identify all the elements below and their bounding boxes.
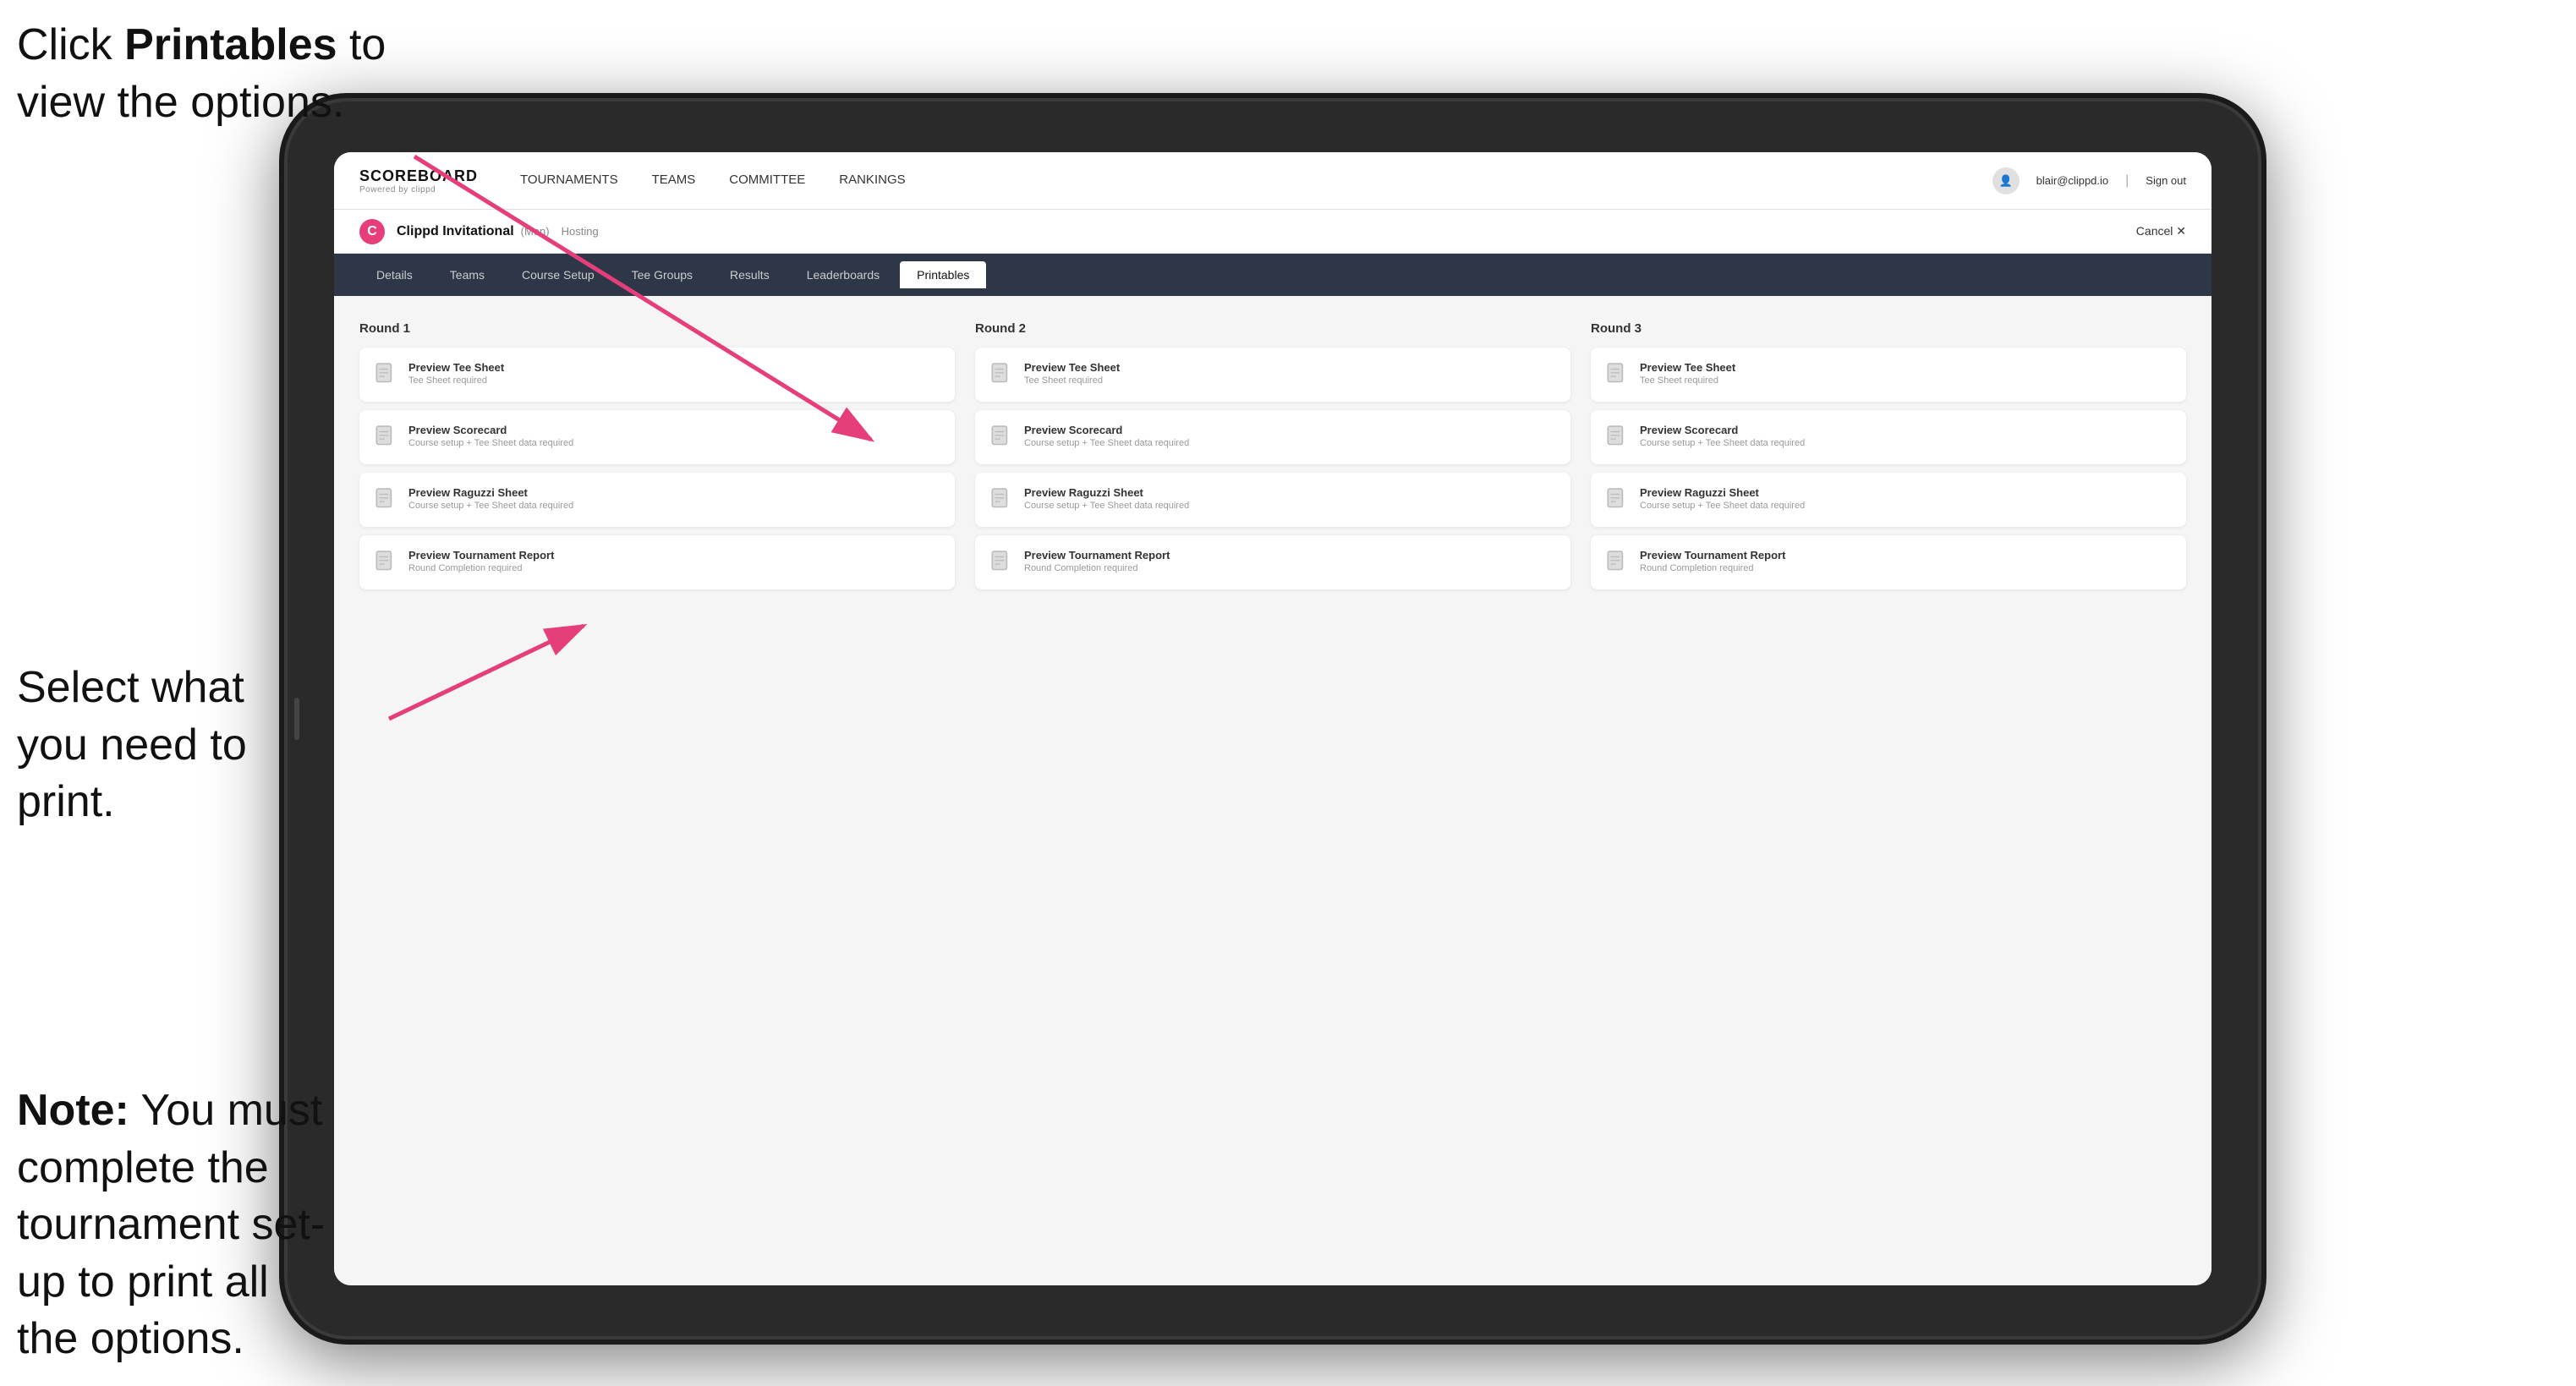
round-2-tournament-report[interactable]: Preview Tournament Report Round Completi… [975, 535, 1570, 589]
round-2-raguzzi-sub: Course setup + Tee Sheet data required [1024, 501, 1189, 511]
doc-icon-r2-4 [990, 551, 1012, 576]
sign-out-link[interactable]: Sign out [2146, 174, 2186, 187]
annotation-bottom: Note: You must complete the tournament s… [17, 1082, 338, 1368]
round-3-tee-sheet-sub: Tee Sheet required [1640, 375, 1735, 386]
round-3-title: Round 3 [1591, 321, 2186, 336]
cancel-button[interactable]: Cancel ✕ [2136, 224, 2186, 238]
logo-sub: Powered by clippd [359, 185, 478, 194]
round-1-report-sub: Round Completion required [408, 563, 554, 573]
round-1-cards: Preview Tee Sheet Tee Sheet required [359, 348, 955, 589]
tab-course-setup[interactable]: Course Setup [505, 261, 611, 288]
sub-header: C Clippd Invitational (Men) Hosting Canc… [334, 210, 2212, 254]
tab-teams[interactable]: Teams [433, 261, 501, 288]
tournament-logo: C [359, 219, 385, 244]
document-icon-3 [375, 488, 397, 513]
round-2-scorecard[interactable]: Preview Scorecard Course setup + Tee She… [975, 410, 1570, 464]
annotation-top: Click Printables toview the options. [17, 17, 386, 131]
rounds-container: Round 1 Preview Tee Sheet Tee S [359, 321, 2186, 589]
round-3-tee-sheet-title: Preview Tee Sheet [1640, 361, 1735, 374]
round-1-tee-sheet-sub: Tee Sheet required [408, 375, 504, 386]
document-icon-4 [375, 551, 397, 576]
round-3-scorecard-sub: Course setup + Tee Sheet data required [1640, 438, 1805, 448]
tab-tee-groups[interactable]: Tee Groups [615, 261, 710, 288]
round-1-column: Round 1 Preview Tee Sheet Tee S [359, 321, 955, 589]
round-3-scorecard[interactable]: Preview Scorecard Course setup + Tee She… [1591, 410, 2186, 464]
round-2-report-title: Preview Tournament Report [1024, 549, 1170, 562]
round-3-raguzzi[interactable]: Preview Raguzzi Sheet Course setup + Tee… [1591, 473, 2186, 527]
round-2-report-sub: Round Completion required [1024, 563, 1170, 573]
user-email: blair@clippd.io [2036, 174, 2108, 187]
tab-details[interactable]: Details [359, 261, 430, 288]
doc-icon-r2-2 [990, 425, 1012, 451]
round-1-title: Round 1 [359, 321, 955, 336]
logo-title: SCOREBOARD [359, 167, 478, 185]
round-3-tournament-report[interactable]: Preview Tournament Report Round Completi… [1591, 535, 2186, 589]
round-1-scorecard-text: Preview Scorecard Course setup + Tee She… [408, 424, 573, 448]
round-1-raguzzi-text: Preview Raguzzi Sheet Course setup + Tee… [408, 486, 573, 511]
round-2-tee-sheet-title: Preview Tee Sheet [1024, 361, 1120, 374]
round-3-column: Round 3 Preview Tee Sheet Tee S [1591, 321, 2186, 589]
round-3-scorecard-title: Preview Scorecard [1640, 424, 1805, 436]
round-1-raguzzi-sub: Course setup + Tee Sheet data required [408, 501, 573, 511]
doc-icon-r3-2 [1606, 425, 1628, 451]
doc-icon-r3-4 [1606, 551, 1628, 576]
round-2-tee-sheet[interactable]: Preview Tee Sheet Tee Sheet required [975, 348, 1570, 402]
round-1-tee-sheet[interactable]: Preview Tee Sheet Tee Sheet required [359, 348, 955, 402]
round-2-raguzzi[interactable]: Preview Raguzzi Sheet Course setup + Tee… [975, 473, 1570, 527]
round-2-raguzzi-title: Preview Raguzzi Sheet [1024, 486, 1189, 499]
nav-teams[interactable]: TEAMS [652, 173, 696, 189]
annotation-bold-printables: Printables [124, 20, 337, 69]
round-2-tee-sheet-sub: Tee Sheet required [1024, 375, 1120, 386]
annotation-note-label: Note: [17, 1086, 129, 1135]
nav-committee[interactable]: COMMITTEE [729, 173, 805, 189]
top-nav-right: 👤 blair@clippd.io | Sign out [1992, 167, 2186, 194]
tournament-status: Hosting [562, 225, 599, 238]
round-1-raguzzi[interactable]: Preview Raguzzi Sheet Course setup + Tee… [359, 473, 955, 527]
main-content: Round 1 Preview Tee Sheet Tee S [334, 296, 2212, 1285]
round-3-cards: Preview Tee Sheet Tee Sheet required [1591, 348, 2186, 589]
round-1-raguzzi-title: Preview Raguzzi Sheet [408, 486, 573, 499]
tab-leaderboards[interactable]: Leaderboards [790, 261, 896, 288]
round-3-raguzzi-sub: Course setup + Tee Sheet data required [1640, 501, 1805, 511]
round-2-scorecard-sub: Course setup + Tee Sheet data required [1024, 438, 1189, 448]
doc-icon-r3-3 [1606, 488, 1628, 513]
round-1-scorecard[interactable]: Preview Scorecard Course setup + Tee She… [359, 410, 955, 464]
round-1-tee-sheet-title: Preview Tee Sheet [408, 361, 504, 374]
document-icon [375, 363, 397, 388]
tournament-name: Clippd Invitational [397, 224, 514, 239]
round-3-tee-sheet[interactable]: Preview Tee Sheet Tee Sheet required [1591, 348, 2186, 402]
round-3-raguzzi-title: Preview Raguzzi Sheet [1640, 486, 1805, 499]
round-1-report-title: Preview Tournament Report [408, 549, 554, 562]
top-nav-links: TOURNAMENTS TEAMS COMMITTEE RANKINGS [520, 173, 1992, 189]
round-2-title: Round 2 [975, 321, 1570, 336]
round-1-scorecard-sub: Course setup + Tee Sheet data required [408, 438, 573, 448]
doc-icon-r3-1 [1606, 363, 1628, 388]
round-2-cards: Preview Tee Sheet Tee Sheet required [975, 348, 1570, 589]
scoreboard-logo: SCOREBOARD Powered by clippd [359, 167, 478, 194]
nav-rankings[interactable]: RANKINGS [839, 173, 905, 189]
tablet-screen: SCOREBOARD Powered by clippd TOURNAMENTS… [334, 152, 2212, 1285]
round-3-report-sub: Round Completion required [1640, 563, 1785, 573]
round-2-column: Round 2 Preview Tee Sheet Tee S [975, 321, 1570, 589]
round-1-scorecard-title: Preview Scorecard [408, 424, 573, 436]
tab-results[interactable]: Results [713, 261, 787, 288]
tab-printables[interactable]: Printables [900, 261, 986, 288]
separator: | [2125, 173, 2129, 189]
tablet-frame: SCOREBOARD Powered by clippd TOURNAMENTS… [279, 93, 2266, 1345]
round-1-tee-sheet-text: Preview Tee Sheet Tee Sheet required [408, 361, 504, 386]
annotation-middle: Select what you need to print. [17, 660, 304, 831]
top-nav: SCOREBOARD Powered by clippd TOURNAMENTS… [334, 152, 2212, 210]
round-3-report-title: Preview Tournament Report [1640, 549, 1785, 562]
round-1-tournament-report[interactable]: Preview Tournament Report Round Completi… [359, 535, 955, 589]
doc-icon-r2-1 [990, 363, 1012, 388]
tabs-bar: Details Teams Course Setup Tee Groups Re… [334, 254, 2212, 296]
round-1-report-text: Preview Tournament Report Round Completi… [408, 549, 554, 573]
doc-icon-r2-3 [990, 488, 1012, 513]
document-icon-2 [375, 425, 397, 451]
tournament-division: (Men) [521, 225, 550, 238]
user-avatar: 👤 [1992, 167, 2020, 194]
nav-tournaments[interactable]: TOURNAMENTS [520, 173, 618, 189]
round-2-scorecard-title: Preview Scorecard [1024, 424, 1189, 436]
